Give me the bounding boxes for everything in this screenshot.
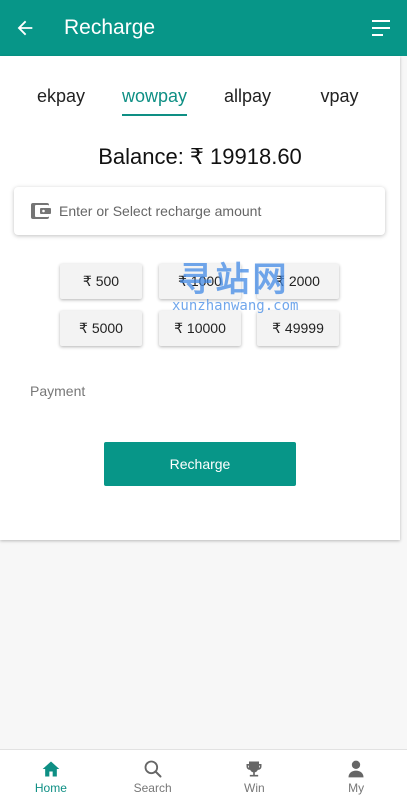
amount-chip-10000[interactable]: ₹ 10000 bbox=[159, 311, 241, 346]
menu-button[interactable] bbox=[357, 0, 407, 56]
tab-label: vpay bbox=[320, 86, 359, 106]
wallet-icon bbox=[31, 203, 51, 219]
top-app-bar: Recharge bbox=[0, 0, 407, 56]
nav-label: My bbox=[348, 781, 365, 795]
back-button[interactable] bbox=[0, 0, 50, 56]
nav-item-win[interactable]: Win bbox=[204, 750, 306, 800]
home-icon bbox=[42, 761, 60, 777]
recharge-screen: Recharge ekpay wowpay allpay vpay Balanc… bbox=[0, 0, 407, 800]
nav-item-home[interactable]: Home bbox=[0, 750, 102, 800]
trophy-icon bbox=[246, 761, 262, 777]
amount-input[interactable] bbox=[59, 203, 359, 219]
bottom-navigation: Home Search Win My bbox=[0, 749, 407, 800]
nav-label: Home bbox=[34, 781, 67, 795]
tab-vpay[interactable]: vpay bbox=[320, 80, 359, 116]
tab-label: allpay bbox=[224, 86, 272, 106]
nav-item-search[interactable]: Search bbox=[102, 750, 204, 800]
arrow-left-icon bbox=[17, 20, 33, 36]
amount-chip-5000[interactable]: ₹ 5000 bbox=[60, 311, 142, 346]
amount-chip-1000[interactable]: ₹ 1000 bbox=[159, 264, 241, 299]
menu-lines-icon bbox=[372, 20, 390, 36]
balance-text: Balance: ₹ 19918.60 bbox=[98, 144, 302, 169]
recharge-card: ekpay wowpay allpay vpay Balance: ₹ 1991… bbox=[0, 56, 400, 540]
tab-label: ekpay bbox=[37, 86, 86, 106]
page-title: Recharge bbox=[64, 16, 156, 39]
tab-label: wowpay bbox=[122, 86, 188, 106]
tab-allpay[interactable]: allpay bbox=[224, 80, 271, 116]
amount-chip-49999[interactable]: ₹ 49999 bbox=[257, 311, 339, 346]
tab-ekpay[interactable]: ekpay bbox=[37, 80, 85, 116]
nav-label: Win bbox=[244, 781, 265, 795]
recharge-button[interactable]: Recharge bbox=[104, 442, 296, 486]
nav-label: Search bbox=[133, 781, 172, 795]
person-icon bbox=[348, 760, 364, 778]
amount-chip-2000[interactable]: ₹ 2000 bbox=[257, 264, 339, 299]
amount-field[interactable] bbox=[14, 187, 385, 235]
payment-channel-tabs: ekpay wowpay allpay vpay bbox=[0, 80, 400, 116]
nav-item-my[interactable]: My bbox=[305, 750, 407, 800]
payment-label: Payment bbox=[30, 383, 86, 399]
amount-chip-500[interactable]: ₹ 500 bbox=[60, 264, 142, 299]
search-icon bbox=[144, 760, 162, 778]
tab-wowpay[interactable]: wowpay bbox=[122, 80, 187, 116]
